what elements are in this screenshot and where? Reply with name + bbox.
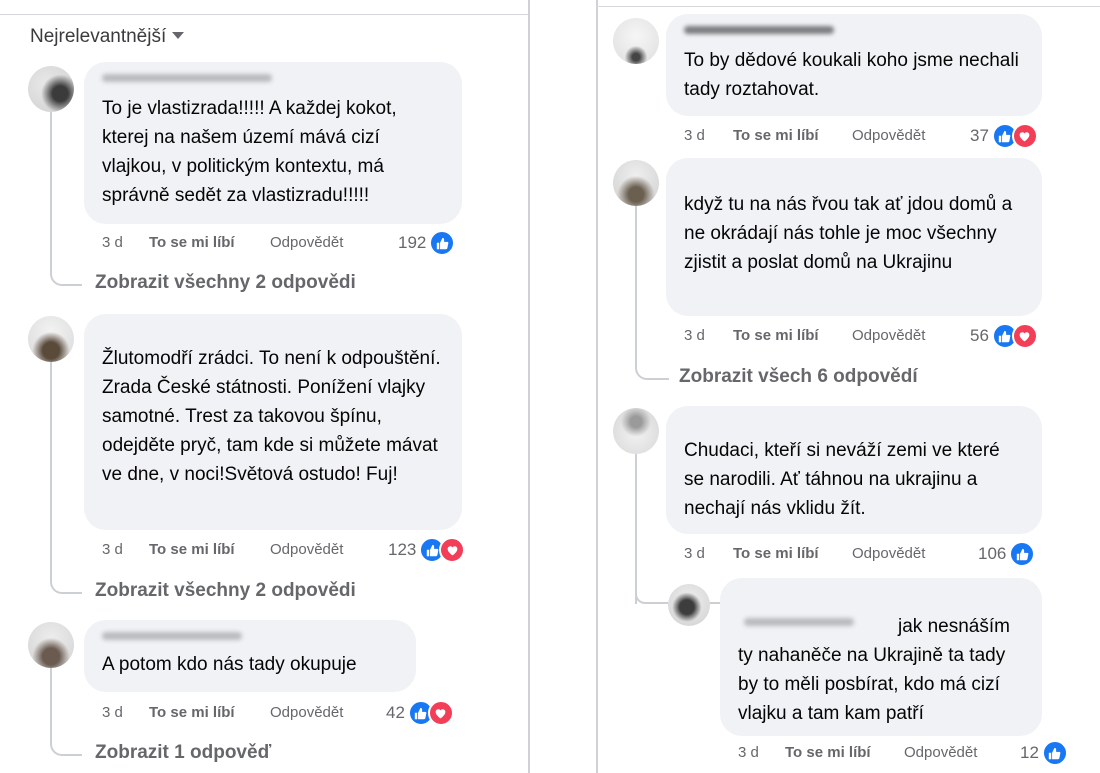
sort-label: Nejrelevantnější: [30, 26, 167, 47]
comment-time[interactable]: 3 d: [102, 541, 123, 558]
comment-text: když tu na nás řvou tak ať jdou domů a n…: [684, 194, 1013, 273]
reaction-summary[interactable]: 106: [978, 541, 1036, 567]
love-reaction-icon: [439, 537, 466, 563]
avatar[interactable]: [28, 316, 74, 362]
reaction-summary[interactable]: 192: [398, 230, 456, 256]
love-reaction-icon: [427, 700, 454, 726]
comment-text: jak nesnáším ty nahaněče na Ukrajině ta …: [738, 616, 1010, 724]
reply-thread-line: [635, 206, 669, 380]
comment-meta: 3 d To se mi líbí Odpovědět: [684, 127, 984, 147]
comment-text: Žlutomodří zrádci. To není k odpouštění.…: [102, 348, 441, 485]
left-comments-panel: Nejrelevantnější To je vlastizrada!!!!! …: [0, 0, 528, 773]
top-divider: [0, 14, 528, 15]
comment-time[interactable]: 3 d: [684, 127, 705, 144]
comment-meta: 3 d To se mi líbí Odpovědět: [684, 327, 984, 347]
view-replies-link[interactable]: Zobrazit všechny 2 odpovědi: [95, 272, 356, 294]
comment-meta: 3 d To se mi líbí Odpovědět: [102, 234, 402, 254]
like-button[interactable]: To se mi líbí: [149, 541, 235, 558]
avatar[interactable]: [28, 622, 74, 668]
reaction-summary[interactable]: 123: [388, 537, 466, 563]
comment-bubble: To by dědové koukali koho jsme nechali t…: [666, 14, 1042, 116]
reply-thread-line: [635, 454, 637, 604]
top-divider: [596, 6, 1100, 7]
like-button[interactable]: To se mi líbí: [149, 234, 235, 251]
right-comments-panel: To by dědové koukali koho jsme nechali t…: [596, 0, 1100, 773]
reply-thread-line: [50, 112, 82, 286]
reaction-summary[interactable]: 12: [1020, 740, 1068, 766]
reply-button[interactable]: Odpovědět: [270, 704, 343, 721]
avatar[interactable]: [28, 66, 74, 112]
reply-button[interactable]: Odpovědět: [852, 127, 925, 144]
reaction-count: 192: [398, 233, 427, 252]
comment-time[interactable]: 3 d: [102, 234, 123, 251]
blurred-author-name: [744, 618, 854, 626]
reply-button[interactable]: Odpovědět: [270, 541, 343, 558]
reaction-count: 12: [1020, 743, 1039, 762]
comment-text: To by dědové koukali koho jsme nechali t…: [684, 50, 1019, 100]
comment-text: To je vlastizrada!!!!! A každej kokot, k…: [102, 98, 397, 206]
comment-time[interactable]: 3 d: [738, 744, 759, 761]
avatar[interactable]: [613, 408, 659, 454]
like-button[interactable]: To se mi líbí: [733, 327, 819, 344]
reaction-count: 56: [970, 326, 989, 345]
reply-button[interactable]: Odpovědět: [852, 327, 925, 344]
reaction-count: 42: [386, 703, 405, 722]
like-reaction-icon: [429, 230, 456, 256]
panel-gap: [528, 0, 596, 773]
like-button[interactable]: To se mi líbí: [149, 704, 235, 721]
like-button[interactable]: To se mi líbí: [785, 744, 871, 761]
view-replies-link[interactable]: Zobrazit všech 6 odpovědí: [679, 366, 918, 388]
comment-meta: 3 d To se mi líbí Odpovědět: [102, 704, 402, 724]
sort-dropdown[interactable]: Nejrelevantnější: [30, 26, 185, 48]
reaction-summary[interactable]: 42: [386, 700, 454, 726]
reaction-count: 123: [388, 540, 417, 559]
blurred-author-name: [684, 26, 834, 34]
reaction-count: 106: [978, 544, 1007, 563]
avatar[interactable]: [613, 160, 659, 206]
comment-time[interactable]: 3 d: [102, 704, 123, 721]
reaction-summary[interactable]: 56: [970, 323, 1038, 349]
blurred-author-name: [102, 632, 242, 640]
comment-text: Chudaci, kteří si neváží zemi ve které s…: [684, 440, 1000, 519]
comment-meta: 3 d To se mi líbí Odpovědět: [738, 744, 1038, 764]
reply-button[interactable]: Odpovědět: [270, 234, 343, 251]
avatar[interactable]: [613, 18, 659, 64]
love-reaction-icon: [1011, 323, 1038, 349]
reply-thread-line: [50, 668, 82, 756]
view-replies-link[interactable]: Zobrazit 1 odpověď: [95, 742, 271, 764]
caret-down-icon: [172, 32, 185, 39]
comment-bubble: To je vlastizrada!!!!! A každej kokot, k…: [84, 62, 462, 224]
comment-bubble: Chudaci, kteří si neváží zemi ve které s…: [666, 406, 1042, 534]
love-reaction-icon: [1011, 123, 1038, 149]
reaction-summary[interactable]: 37: [970, 123, 1038, 149]
view-replies-link[interactable]: Zobrazit všechny 2 odpovědi: [95, 580, 356, 602]
comment-bubble: když tu na nás řvou tak ať jdou domů a n…: [666, 158, 1042, 316]
comment-text: A potom kdo nás tady okupuje: [102, 654, 357, 675]
comment-meta: 3 d To se mi líbí Odpovědět: [684, 545, 984, 565]
like-button[interactable]: To se mi líbí: [733, 127, 819, 144]
comment-bubble: A potom kdo nás tady okupuje: [84, 620, 416, 692]
reply-button[interactable]: Odpovědět: [852, 545, 925, 562]
comment-meta: 3 d To se mi líbí Odpovědět: [102, 541, 402, 561]
reply-bubble: jak nesnáším ty nahaněče na Ukrajině ta …: [720, 578, 1042, 736]
comment-time[interactable]: 3 d: [684, 327, 705, 344]
like-reaction-icon: [1041, 740, 1068, 766]
comment-bubble: Žlutomodří zrádci. To není k odpouštění.…: [84, 314, 462, 530]
like-button[interactable]: To se mi líbí: [733, 545, 819, 562]
comment-time[interactable]: 3 d: [684, 545, 705, 562]
reply-button[interactable]: Odpovědět: [904, 744, 977, 761]
reaction-count: 37: [970, 126, 989, 145]
panel-divider: [528, 0, 530, 773]
like-reaction-icon: [1009, 541, 1036, 567]
blurred-author-name: [102, 74, 272, 82]
reply-thread-line: [50, 362, 82, 594]
